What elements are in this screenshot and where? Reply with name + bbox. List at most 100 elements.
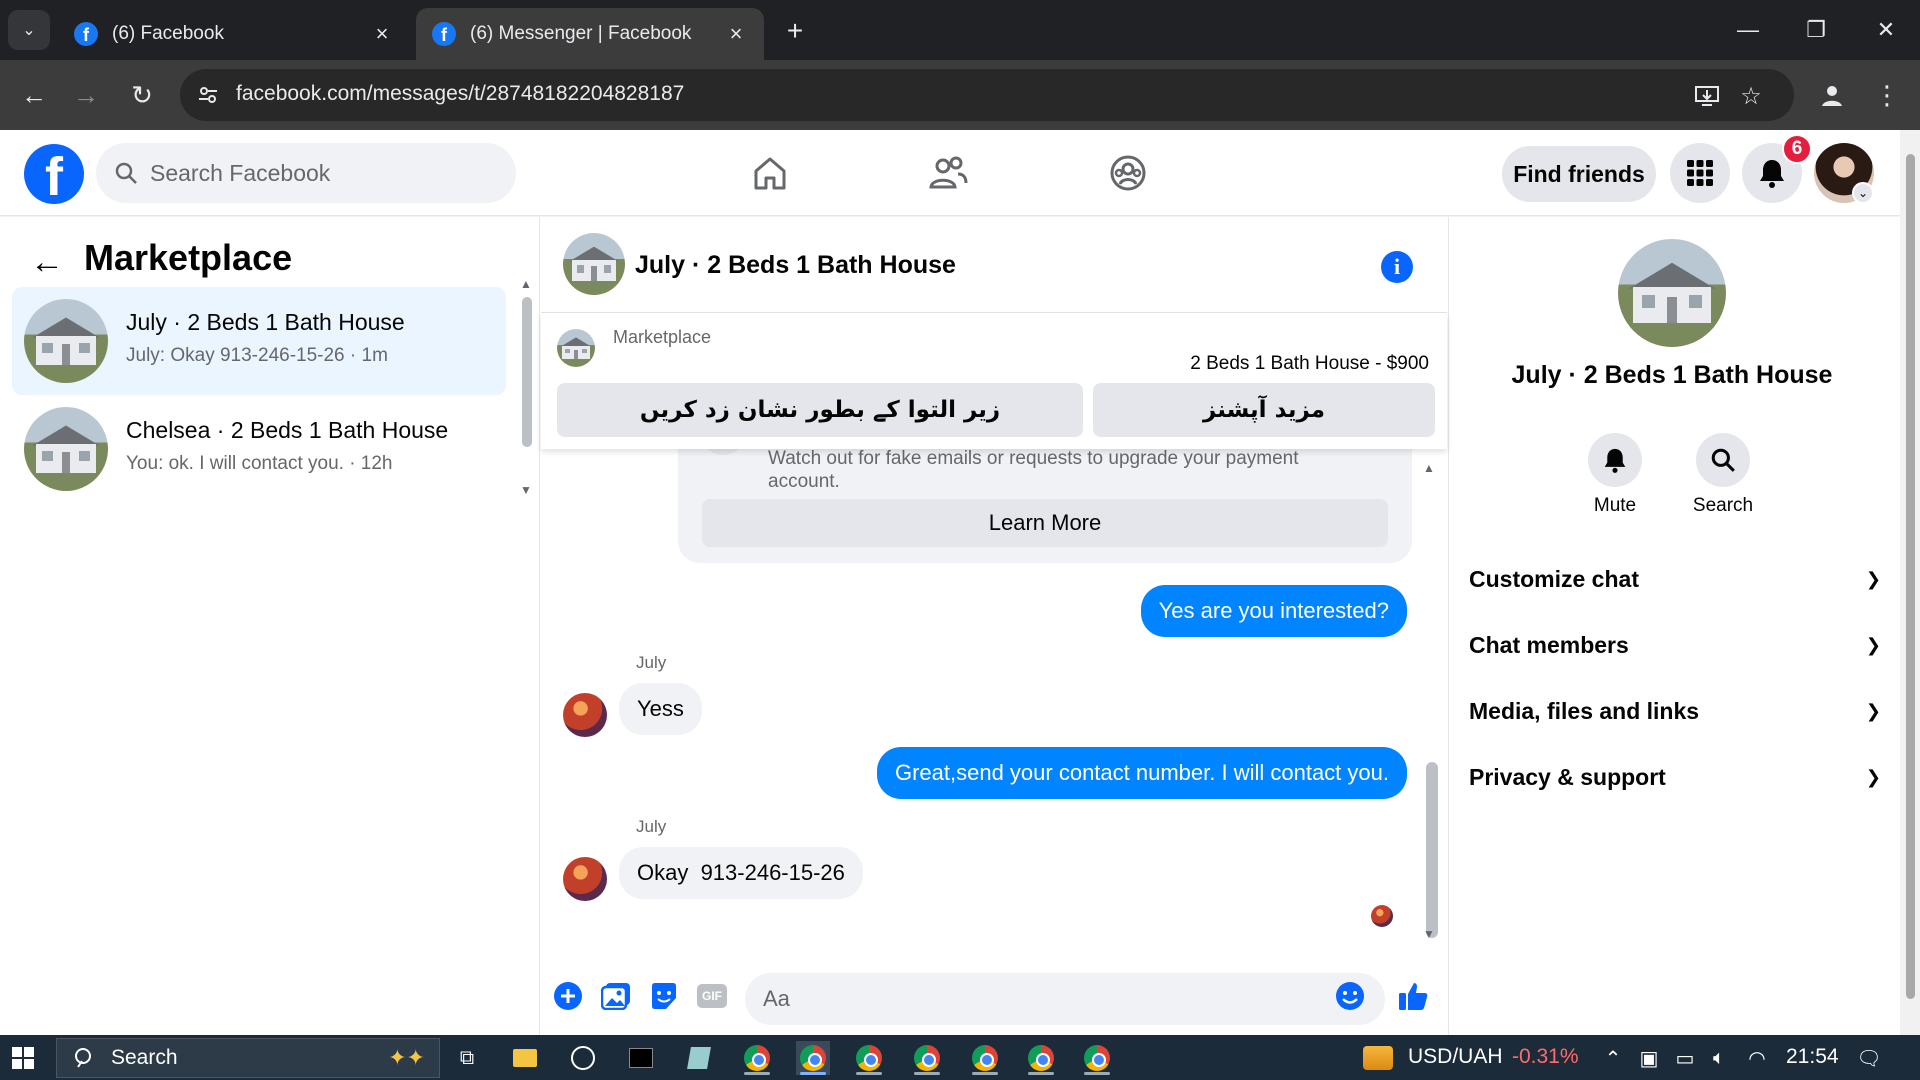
windows-start-icon[interactable] (12, 1047, 34, 1069)
tab-facebook[interactable]: f (6) Facebook × (58, 8, 410, 60)
scroll-down-arrow-icon[interactable]: ▼ (520, 483, 532, 497)
chat-members-section[interactable]: Chat members ❯ (1469, 617, 1881, 673)
back-arrow-icon[interactable]: ← (30, 243, 64, 282)
notepad-icon[interactable] (682, 1041, 716, 1075)
wifi-icon[interactable]: ◠ (1740, 1041, 1774, 1075)
incoming-message[interactable]: Yess (619, 683, 702, 735)
currency-change[interactable]: -0.31% (1512, 1045, 1579, 1069)
chat-title[interactable]: July · 2 Beds 1 Bath House (635, 251, 956, 280)
contact-avatar[interactable] (563, 693, 607, 737)
contact-avatar[interactable] (563, 857, 607, 901)
learn-more-button[interactable]: Learn More (702, 499, 1388, 547)
tab-search-button[interactable]: ⌄ (8, 10, 50, 50)
search-action[interactable]: Search (1673, 433, 1773, 517)
listing-thumbnail (24, 407, 108, 491)
currency-pair[interactable]: USD/UAH (1408, 1045, 1503, 1069)
groups-icon[interactable] (1098, 148, 1158, 198)
taskbar-search[interactable]: Search ✦✦ (56, 1038, 440, 1078)
privacy-support-section[interactable]: Privacy & support ❯ (1469, 749, 1881, 805)
bookmark-star-icon[interactable]: ☆ (1734, 79, 1768, 113)
close-window-icon[interactable]: ✕ (1852, 0, 1920, 60)
whatsapp-icon[interactable] (566, 1041, 600, 1075)
conversation-list-scrollbar[interactable] (522, 297, 532, 447)
chat-profile-image[interactable] (1618, 239, 1726, 347)
close-tab-icon[interactable]: × (370, 21, 394, 46)
chrome-icon[interactable] (796, 1041, 830, 1075)
clock-time[interactable]: 21:54 (1786, 1045, 1839, 1069)
home-icon[interactable] (740, 148, 800, 198)
chevron-down-icon[interactable]: ⌄ (1852, 182, 1874, 204)
chrome-icon[interactable] (1080, 1041, 1114, 1075)
facebook-logo[interactable]: f (24, 144, 84, 204)
camera-icon[interactable]: ▣ (1632, 1041, 1666, 1075)
gif-icon[interactable]: GIF (695, 979, 729, 1013)
restore-icon[interactable]: ❐ (1782, 0, 1850, 60)
search-icon (75, 1048, 91, 1068)
facebook-search[interactable] (96, 143, 516, 203)
close-tab-icon[interactable]: × (724, 21, 748, 46)
currency-widget-icon[interactable] (1360, 1041, 1396, 1075)
message-input[interactable] (745, 973, 1385, 1025)
show-hidden-icons-icon[interactable]: ⌃ (1596, 1041, 1630, 1075)
conversation-preview: July: Okay 913-246-15-26 · 1m (126, 345, 388, 366)
like-thumb-icon[interactable] (1396, 979, 1430, 1013)
scroll-down-arrow-icon[interactable]: ▼ (1423, 927, 1435, 941)
terminal-icon[interactable] (624, 1041, 658, 1075)
emoji-icon[interactable] (1333, 979, 1367, 1013)
minimize-icon[interactable]: — (1714, 0, 1782, 60)
chat-thumbnail[interactable] (563, 233, 625, 295)
more-options-button[interactable]: مزید آپشنز (1093, 383, 1435, 437)
menu-grid-icon[interactable] (1670, 143, 1730, 203)
site-settings-icon[interactable] (194, 81, 222, 109)
bell-icon[interactable] (1588, 433, 1642, 487)
battery-icon[interactable]: ▭ (1668, 1041, 1702, 1075)
photo-icon[interactable] (599, 979, 633, 1013)
search-input[interactable] (150, 159, 480, 187)
scroll-up-arrow-icon[interactable]: ▲ (520, 277, 532, 291)
chat-header: July · 2 Beds 1 Bath House i (541, 217, 1447, 313)
friends-icon[interactable] (918, 148, 978, 198)
scroll-up-arrow-icon[interactable]: ▲ (1423, 461, 1435, 475)
sticker-icon[interactable] (647, 979, 681, 1013)
chat-panel: July · 2 Beds 1 Bath House i Marketplace… (541, 217, 1447, 1035)
tab-messenger[interactable]: f (6) Messenger | Facebook × (416, 8, 764, 60)
install-app-icon[interactable] (1690, 79, 1724, 113)
file-explorer-icon[interactable] (508, 1041, 542, 1075)
chrome-icon[interactable] (740, 1041, 774, 1075)
chrome-icon[interactable] (1024, 1041, 1058, 1075)
search-icon[interactable] (1696, 433, 1750, 487)
media-files-links-section[interactable]: Media, files and links ❯ (1469, 683, 1881, 739)
browser-menu-icon[interactable]: ⋮ (1872, 75, 1902, 115)
chevron-down-icon: ❯ (1865, 634, 1881, 655)
conversation-item[interactable]: July · 2 Beds 1 Bath House July: Okay 91… (12, 287, 506, 395)
listing-title-price[interactable]: 2 Beds 1 Bath House - $900 (1190, 353, 1429, 375)
customize-chat-section[interactable]: Customize chat ❯ (1469, 551, 1881, 607)
incoming-message[interactable]: Okay 913-246-15-26 (619, 847, 863, 899)
volume-icon[interactable]: 🔈︎ (1702, 1041, 1736, 1075)
reload-icon[interactable]: ↻ (122, 75, 162, 115)
message-thread-scrollbar[interactable] (1426, 762, 1438, 938)
mark-as-pending-button[interactable]: زیر التوا کے بطور نشان زد کریں (557, 383, 1083, 437)
new-tab-button[interactable]: + (778, 14, 812, 48)
find-friends-button[interactable]: Find friends (1502, 146, 1656, 202)
conversation-item[interactable]: Chelsea · 2 Beds 1 Bath House You: ok. I… (12, 395, 506, 503)
section-label: Privacy & support (1469, 763, 1666, 790)
plus-icon[interactable] (551, 979, 585, 1013)
task-view-icon[interactable]: ⧉ (450, 1041, 484, 1075)
mute-action[interactable]: Mute (1565, 433, 1665, 517)
outgoing-message[interactable]: Great,send your contact number. I will c… (876, 747, 1407, 799)
info-icon[interactable]: i (1381, 251, 1413, 283)
forward-icon[interactable]: → (66, 75, 106, 115)
browser-profile-icon[interactable] (1812, 75, 1852, 115)
chrome-icon[interactable] (910, 1041, 944, 1075)
chrome-icon[interactable] (968, 1041, 1002, 1075)
page-scrollbar[interactable] (1900, 130, 1920, 1035)
address-bar[interactable]: facebook.com/messages/t/2874818220482818… (180, 69, 1794, 121)
message-thread: Watch out for fake emails or requests to… (541, 449, 1447, 949)
chrome-icon[interactable] (852, 1041, 886, 1075)
outgoing-message[interactable]: Yes are you interested? (1140, 585, 1407, 637)
back-icon[interactable]: ← (14, 75, 54, 115)
notification-center-icon[interactable]: 🗨︎ (1852, 1041, 1886, 1075)
page-scrollbar-thumb[interactable] (1906, 154, 1915, 999)
browser-tabstrip: ⌄ f (6) Facebook × f (6) Messenger | Fac… (0, 0, 1920, 60)
